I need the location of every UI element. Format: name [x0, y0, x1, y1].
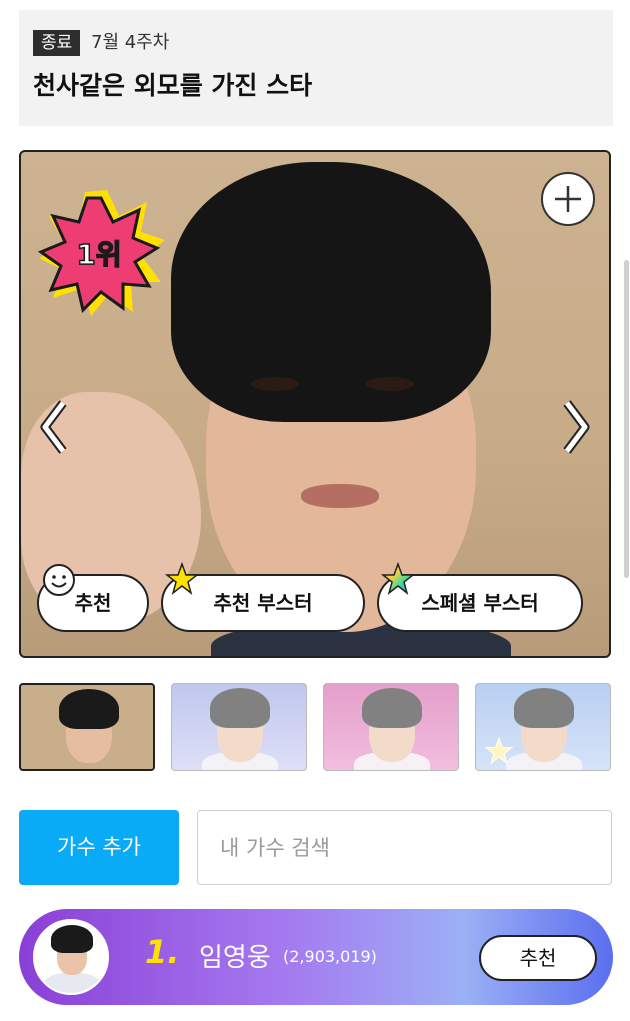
thumbnail-overlay — [324, 684, 458, 770]
thumbnail-4[interactable] — [475, 683, 611, 771]
photo-mouth — [301, 484, 379, 508]
thumbnail-overlay — [172, 684, 306, 770]
thumbnail-1[interactable] — [19, 683, 155, 771]
special-booster-label: 스페셜 부스터 — [421, 591, 539, 615]
status-badge: 종료 — [33, 30, 81, 56]
star-icon — [484, 736, 514, 765]
avatar-body — [43, 973, 101, 993]
recommend-vote-button[interactable]: 추천 — [37, 564, 149, 632]
plus-icon — [555, 186, 581, 212]
thumbnail-hair — [59, 689, 119, 729]
photo-eye-right — [366, 377, 414, 391]
zoom-button[interactable] — [541, 172, 595, 226]
thumbnail-2[interactable] — [171, 683, 307, 771]
photo-hair — [171, 162, 491, 422]
ranking-recommend-button[interactable]: 추천 — [479, 935, 597, 981]
next-photo-button[interactable] — [555, 397, 595, 457]
smile-icon — [43, 564, 75, 596]
recommend-label: 추천 — [74, 591, 112, 615]
ranking-row: 1. 임영웅 (2,903,019) 추천 — [19, 909, 613, 1005]
page-title: 천사같은 외모를 가진 스타 — [33, 71, 313, 100]
scrollbar[interactable] — [624, 260, 629, 578]
main-photo: 1위 추천 추천 부스터 스페셜 부스터 — [19, 150, 611, 658]
singer-search-input[interactable] — [197, 810, 612, 885]
avatar-hair — [51, 925, 93, 953]
avatar — [33, 919, 109, 995]
vote-count: (2,903,019) — [283, 947, 377, 966]
rank-label: 1위 — [76, 238, 121, 271]
thumbnail-3[interactable] — [323, 683, 459, 771]
add-singer-button[interactable]: 가수 추가 — [19, 810, 179, 885]
recommend-booster-label: 추천 부스터 — [213, 591, 313, 615]
prev-photo-button[interactable] — [35, 397, 75, 457]
chevron-left-icon — [40, 400, 67, 454]
week-label: 7월 4주차 — [91, 32, 170, 53]
rainbow-star-icon — [381, 562, 415, 595]
photo-eye-left — [251, 377, 299, 391]
rank-badge: 1위 — [37, 190, 165, 316]
singer-name: 임영웅 — [199, 943, 271, 973]
recommend-booster-button[interactable]: 추천 부스터 — [161, 562, 365, 632]
chevron-right-icon — [563, 400, 590, 454]
rank-number: 1. — [145, 933, 180, 971]
special-booster-button[interactable]: 스페셜 부스터 — [377, 562, 583, 632]
star-icon — [165, 562, 199, 595]
header-card: 종료 7월 4주차 천사같은 외모를 가진 스타 — [19, 10, 613, 126]
